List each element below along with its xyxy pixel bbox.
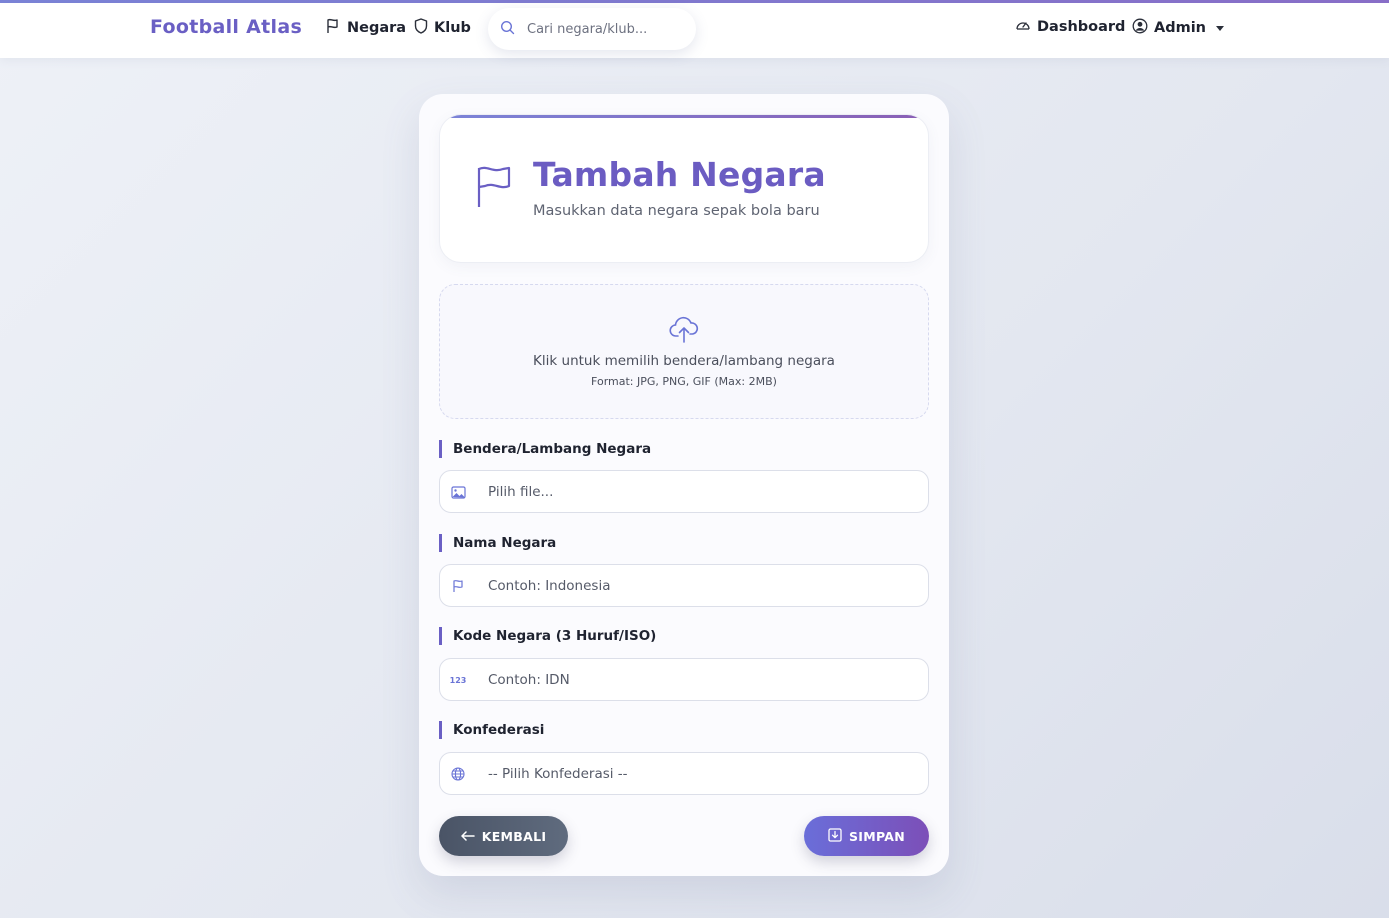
nav-item-klub[interactable]: Klub (414, 18, 471, 38)
navbar: Football Atlas Negara Klub Dashboard Adm… (0, 3, 1389, 58)
page-subtitle: Masukkan data negara sepak bola baru (533, 203, 820, 219)
flag-field-label: Bendera/Lambang Negara (439, 440, 651, 458)
confederation-selected: -- Pilih Konfederasi -- (488, 765, 628, 782)
nav-admin-label: Admin (1154, 20, 1207, 36)
header-accent (440, 115, 928, 118)
flag-file-value: Pilih file... (488, 483, 554, 500)
page-header: Tambah Negara Masukkan data negara sepak… (439, 114, 929, 263)
upload-format-hint: Format: JPG, PNG, GIF (Max: 2MB) (591, 375, 777, 388)
flag-icon (450, 578, 466, 594)
cloud-upload-icon (669, 315, 699, 347)
flag-icon (326, 18, 341, 38)
upload-dropzone[interactable]: Klik untuk memilih bendera/lambang negar… (439, 284, 929, 419)
back-button-label: KEMBALI (481, 828, 547, 844)
brand-logo[interactable]: Football Atlas (150, 16, 302, 38)
back-button[interactable]: KEMBALI (439, 816, 568, 856)
search-icon (500, 20, 515, 39)
country-name-input[interactable]: Contoh: Indonesia (439, 564, 929, 607)
flag-icon (476, 165, 516, 213)
flag-file-input[interactable]: Pilih file... (439, 470, 929, 513)
shield-icon (414, 18, 428, 38)
image-icon (450, 484, 466, 500)
nav-klub-label: Klub (434, 20, 471, 36)
form-card: Tambah Negara Masukkan data negara sepak… (419, 94, 949, 876)
save-icon (828, 827, 842, 845)
save-button-label: SIMPAN (848, 828, 906, 844)
upload-instruction: Klik untuk memilih bendera/lambang negar… (533, 353, 835, 369)
numeric-icon: 123 (449, 675, 467, 685)
nav-dashboard-label: Dashboard (1037, 19, 1126, 35)
globe-icon (450, 766, 466, 782)
search-box[interactable] (488, 8, 696, 50)
page-title: Tambah Negara (533, 155, 826, 194)
country-code-placeholder: Contoh: IDN (488, 671, 570, 688)
nav-negara-label: Negara (347, 20, 407, 36)
admin-menu-toggle[interactable]: Admin (1132, 18, 1225, 38)
user-circle-icon (1132, 18, 1148, 38)
code-field-label: Kode Negara (3 Huruf/ISO) (439, 627, 656, 645)
country-name-placeholder: Contoh: Indonesia (488, 577, 611, 594)
nav-item-dashboard[interactable]: Dashboard (1015, 18, 1125, 36)
dashboard-icon (1015, 18, 1031, 36)
chevron-down-icon (1216, 25, 1225, 31)
confederation-field-label: Konfederasi (439, 721, 544, 739)
country-code-input[interactable]: 123 Contoh: IDN (439, 658, 929, 701)
nav-item-negara[interactable]: Negara (326, 18, 406, 38)
name-field-label: Nama Negara (439, 534, 556, 552)
arrow-left-icon (460, 829, 475, 844)
search-input[interactable] (527, 21, 677, 37)
confederation-select[interactable]: -- Pilih Konfederasi -- (439, 752, 929, 795)
save-button[interactable]: SIMPAN (804, 816, 929, 856)
